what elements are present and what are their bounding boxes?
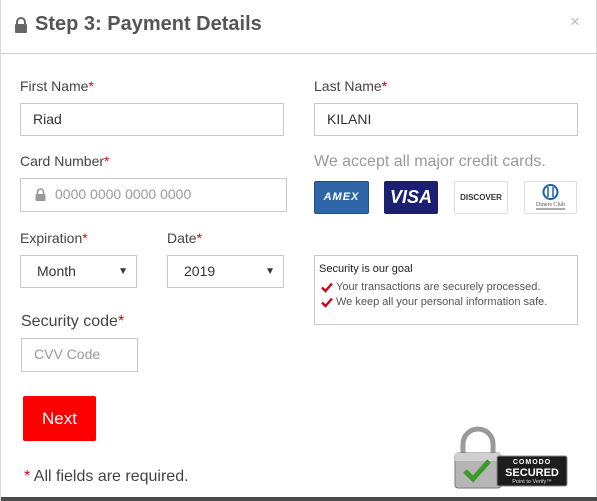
- amex-logo: AMEX: [314, 181, 369, 214]
- card-number-label: Card Number*: [20, 153, 110, 169]
- security-title: Security is our goal: [319, 263, 413, 275]
- svg-text:Point to Verify™: Point to Verify™: [512, 479, 551, 485]
- first-name-input[interactable]: Riad: [20, 103, 284, 136]
- expiration-label: Expiration*: [20, 230, 88, 246]
- card-number-input[interactable]: 0000 0000 0000 0000: [20, 178, 287, 212]
- comodo-secured-badge[interactable]: COMODO SECURED Point to Verify™: [453, 426, 569, 489]
- expiration-month-select[interactable]: Month ▼: [20, 255, 137, 288]
- last-name-label: Last Name*: [314, 78, 388, 94]
- security-line: Your transactions are securely processed…: [319, 280, 573, 295]
- svg-text:SECURED: SECURED: [505, 467, 559, 479]
- card-number-placeholder: 0000 0000 0000 0000: [55, 186, 192, 202]
- lock-icon: [15, 17, 27, 33]
- modal-header: Step 3: Payment Details ×: [1, 0, 597, 54]
- close-button[interactable]: ×: [570, 12, 580, 32]
- expiration-year-select[interactable]: 2019 ▼: [167, 255, 284, 288]
- next-button[interactable]: Next: [23, 396, 96, 441]
- check-icon: [321, 297, 333, 308]
- check-icon: [321, 282, 333, 293]
- security-code-label: Security code*: [21, 313, 125, 330]
- modal-title: Step 3: Payment Details: [35, 13, 262, 35]
- date-label: Date*: [167, 230, 203, 246]
- payment-modal: Step 3: Payment Details × First Name* Ri…: [0, 0, 597, 501]
- svg-text:COMODO: COMODO: [513, 459, 551, 466]
- security-line: We keep all your personal information sa…: [319, 295, 573, 310]
- discover-logo: DISCOVER: [454, 181, 508, 214]
- chevron-down-icon: ▼: [265, 266, 275, 277]
- security-info-box: Security is our goal Your transactions a…: [314, 255, 578, 325]
- cvv-input[interactable]: CVV Code: [21, 338, 138, 372]
- modal-footer-bar: [1, 497, 597, 501]
- last-name-input[interactable]: KILANI: [314, 103, 578, 136]
- required-fields-note: * All fields are required.: [24, 468, 189, 485]
- svg-text:Diners Club: Diners Club: [536, 202, 565, 208]
- diners-club-logo: Diners Club: [524, 181, 577, 214]
- visa-logo: VISA: [384, 181, 438, 214]
- first-name-label: First Name*: [20, 78, 94, 94]
- chevron-down-icon: ▼: [118, 266, 128, 277]
- accepted-cards-text: We accept all major credit cards.: [314, 153, 546, 170]
- lock-icon: [35, 188, 46, 201]
